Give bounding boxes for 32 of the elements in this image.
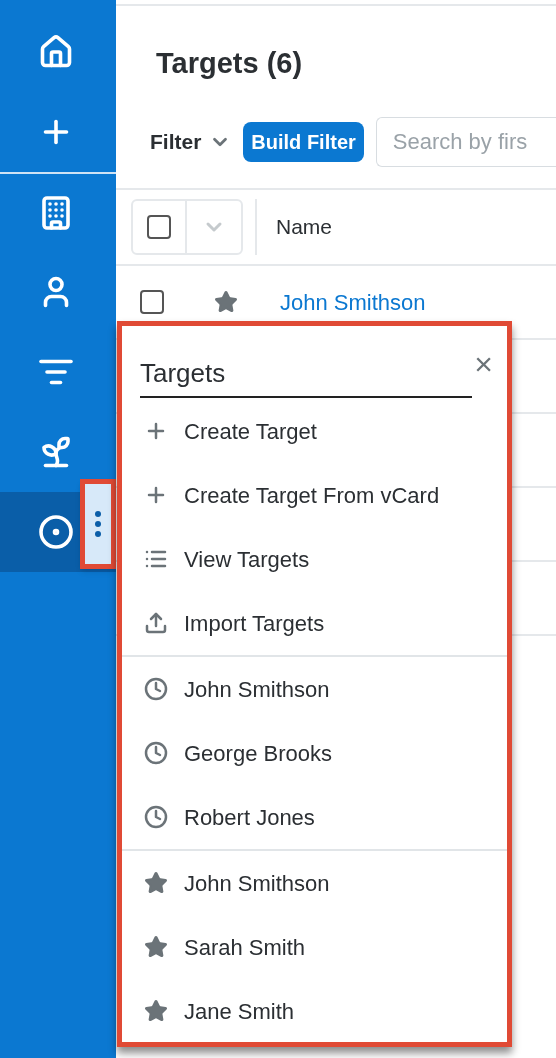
build-filter-button[interactable]: Build Filter bbox=[243, 122, 364, 162]
menu-item[interactable]: Create Target From vCard bbox=[184, 478, 440, 512]
menu-title: Targets bbox=[140, 354, 473, 398]
column-header[interactable]: Name bbox=[276, 211, 333, 243]
menu-item[interactable]: Jane Smith bbox=[184, 994, 295, 1028]
filter-dropdown[interactable]: Filter bbox=[150, 126, 232, 158]
target-icon bbox=[38, 514, 74, 550]
star-icon bbox=[144, 871, 168, 895]
close-button[interactable]: × bbox=[474, 348, 493, 380]
menu-item[interactable]: Import Targets bbox=[184, 606, 325, 640]
record-link[interactable]: John Smithson bbox=[280, 285, 426, 319]
clock-icon bbox=[144, 741, 168, 765]
star-icon bbox=[144, 935, 168, 959]
clock-icon bbox=[144, 805, 168, 829]
clock-icon bbox=[144, 677, 168, 701]
star-icon bbox=[144, 999, 168, 1023]
search-field[interactable]: Search by firs bbox=[375, 117, 556, 167]
module-menu-button[interactable] bbox=[80, 479, 116, 569]
menu-item[interactable]: John Smithson bbox=[184, 672, 330, 706]
checkbox[interactable] bbox=[140, 290, 164, 314]
menu-item[interactable]: George Brooks bbox=[184, 736, 332, 770]
checkbox[interactable] bbox=[147, 215, 171, 239]
menu-item[interactable]: John Smithson bbox=[184, 866, 330, 900]
home-icon bbox=[38, 34, 74, 70]
upload-icon bbox=[144, 611, 168, 635]
menu-item[interactable]: Sarah Smith bbox=[184, 930, 306, 964]
select-all-control[interactable] bbox=[131, 199, 243, 255]
page-title: Targets (6) bbox=[155, 46, 304, 81]
menu-item[interactable]: Robert Jones bbox=[184, 800, 315, 834]
star-icon[interactable] bbox=[214, 290, 238, 314]
menu-item[interactable]: View Targets bbox=[184, 542, 310, 576]
menu-item[interactable]: Create Target bbox=[184, 414, 317, 448]
